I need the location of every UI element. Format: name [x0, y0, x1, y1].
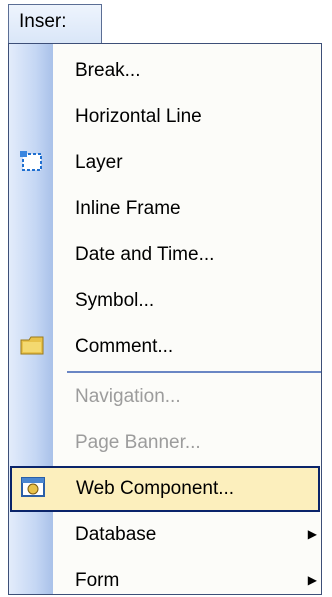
menu-item-web-component[interactable]: Web Component... — [10, 466, 320, 512]
menu-item-label: Symbol... — [75, 290, 155, 311]
menu-item-form[interactable]: Form ▶ — [9, 558, 321, 594]
menu-item-label: Form — [75, 570, 120, 591]
menu-item-label: Layer — [75, 152, 123, 173]
menu-item-horizontal-line[interactable]: Horizontal Line — [9, 94, 321, 140]
menu-item-label: Horizontal Line — [75, 106, 202, 127]
menu-item-label: Comment... — [75, 336, 174, 357]
menu-item-break[interactable]: Break... — [9, 48, 321, 94]
menu-item-label: Date and Time... — [75, 244, 215, 265]
menu-separator — [67, 371, 321, 373]
layer-icon — [19, 150, 45, 174]
menu-item-label: Page Banner... — [75, 432, 201, 453]
submenu-arrow-icon: ▶ — [307, 573, 317, 587]
web-component-icon — [20, 476, 46, 500]
menu-item-label: Database — [75, 524, 157, 545]
menu-item-inline-frame[interactable]: Inline Frame — [9, 186, 321, 232]
menu-item-symbol[interactable]: Symbol... — [9, 278, 321, 324]
menu-item-navigation: Navigation... — [9, 374, 321, 420]
menu-item-database[interactable]: Database ▶ — [9, 512, 321, 558]
menu-item-label: Navigation... — [75, 386, 181, 407]
menu-item-layer[interactable]: Layer — [9, 140, 321, 186]
menu-item-date-and-time[interactable]: Date and Time... — [9, 232, 321, 278]
menu-item-label: Inline Frame — [75, 198, 181, 219]
submenu-arrow-icon: ▶ — [307, 527, 317, 541]
menu-tab-insert[interactable]: Inser: — [8, 4, 102, 44]
menu-tab-label: Inser: — [19, 11, 67, 32]
menu-item-label: Break... — [75, 60, 141, 81]
menu-item-comment[interactable]: Comment... — [9, 324, 321, 370]
menu-item-page-banner: Page Banner... — [9, 420, 321, 466]
comment-icon — [19, 334, 45, 358]
insert-menu: Break... Horizontal Line Layer Inline Fr… — [8, 43, 322, 595]
menu-item-label: Web Component... — [76, 478, 235, 499]
